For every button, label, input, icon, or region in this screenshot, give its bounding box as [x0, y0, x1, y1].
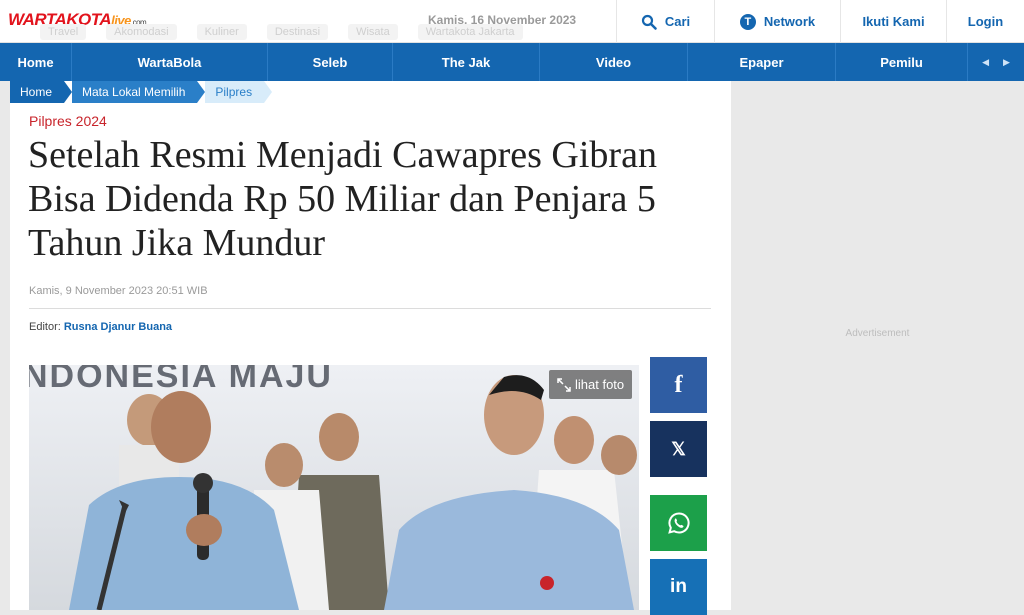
- ghost-link[interactable]: Akomodasi: [106, 24, 177, 40]
- article-photo[interactable]: NDONESIA MAJU: [29, 365, 639, 610]
- whatsapp-icon: [667, 512, 690, 534]
- ghost-link[interactable]: Wartakota Jakarta: [417, 24, 523, 40]
- tribun-network-icon: T: [739, 13, 756, 30]
- share-facebook-button[interactable]: f: [650, 357, 707, 413]
- chevron-right-icon[interactable]: ▶: [1003, 57, 1010, 68]
- expand-icon: [557, 377, 571, 392]
- press-conference-image: NDONESIA MAJU: [29, 365, 639, 610]
- article-container: Home Mata Lokal Memilih Pilpres Pilpres …: [10, 81, 731, 615]
- breadcrumb-home[interactable]: Home: [10, 81, 73, 103]
- sidebar: Advertisement: [731, 81, 1024, 610]
- divider: [29, 308, 711, 309]
- editor-line: Editor: Rusna Djanur Buana: [29, 321, 172, 333]
- follow-us-button[interactable]: Ikuti Kami: [840, 0, 946, 43]
- ghost-link[interactable]: Destinasi: [266, 24, 329, 40]
- breadcrumb-pilpres[interactable]: Pilpres: [205, 81, 272, 103]
- secondary-links: Travel Akomodasi Kuliner Destinasi Wisata War…: [40, 24, 543, 42]
- view-photo-button[interactable]: lihat foto: [549, 370, 633, 399]
- search-label: Cari: [664, 14, 691, 29]
- login-button[interactable]: Login: [946, 0, 1024, 43]
- nav-wartabola[interactable]: WartaBola: [72, 43, 268, 81]
- share-whatsapp-button[interactable]: [650, 495, 707, 551]
- breadcrumb: Home Mata Lokal Memilih Pilpres: [10, 81, 272, 103]
- publish-date: Kamis, 9 November 2023 20:51 WIB: [29, 285, 208, 297]
- nav-seleb[interactable]: Seleb: [268, 43, 393, 81]
- x-icon: 𝕏: [671, 438, 686, 459]
- facebook-icon: f: [674, 371, 683, 398]
- share-x-button[interactable]: 𝕏: [650, 421, 707, 477]
- main-nav: Home WartaBola Seleb The Jak Video Epape…: [0, 43, 1024, 81]
- breadcrumb-mata-lokal-memilih[interactable]: Mata Lokal Memilih: [72, 81, 206, 103]
- nav-scroll-arrows: ◀ ▶: [968, 43, 1024, 81]
- nav-video[interactable]: Video: [540, 43, 688, 81]
- ghost-link[interactable]: Travel: [40, 24, 87, 40]
- nav-home[interactable]: Home: [0, 43, 72, 81]
- ghost-link[interactable]: Wisata: [348, 24, 398, 40]
- ghost-link[interactable]: Kuliner: [196, 24, 247, 40]
- banner-text: NDONESIA MAJU: [29, 365, 333, 395]
- article-category[interactable]: Pilpres 2024: [29, 113, 107, 129]
- editor-label: Editor:: [29, 321, 61, 333]
- search-button[interactable]: Cari: [616, 0, 714, 43]
- chevron-left-icon[interactable]: ◀: [982, 57, 989, 68]
- search-icon: [641, 14, 657, 30]
- article-title: Setelah Resmi Menjadi Cawapres Gibran Bi…: [28, 134, 657, 264]
- editor-name[interactable]: Rusna Djanur Buana: [64, 321, 172, 333]
- view-photo-label: lihat foto: [575, 377, 625, 392]
- network-button[interactable]: T Network: [714, 0, 840, 43]
- top-bar: WARTAKOTAlive.com Kamis, 16 November 202…: [0, 0, 1024, 43]
- linkedin-icon: in: [670, 576, 687, 597]
- advertisement-label: Advertisement: [845, 328, 910, 339]
- nav-epaper[interactable]: Epaper: [688, 43, 836, 81]
- top-nav: Cari T Network Ikuti Kami Login: [616, 0, 1024, 43]
- nav-pemilu[interactable]: Pemilu: [836, 43, 968, 81]
- nav-the-jak[interactable]: The Jak: [393, 43, 540, 81]
- network-label: Network: [763, 14, 816, 29]
- share-linkedin-button[interactable]: in: [650, 559, 707, 615]
